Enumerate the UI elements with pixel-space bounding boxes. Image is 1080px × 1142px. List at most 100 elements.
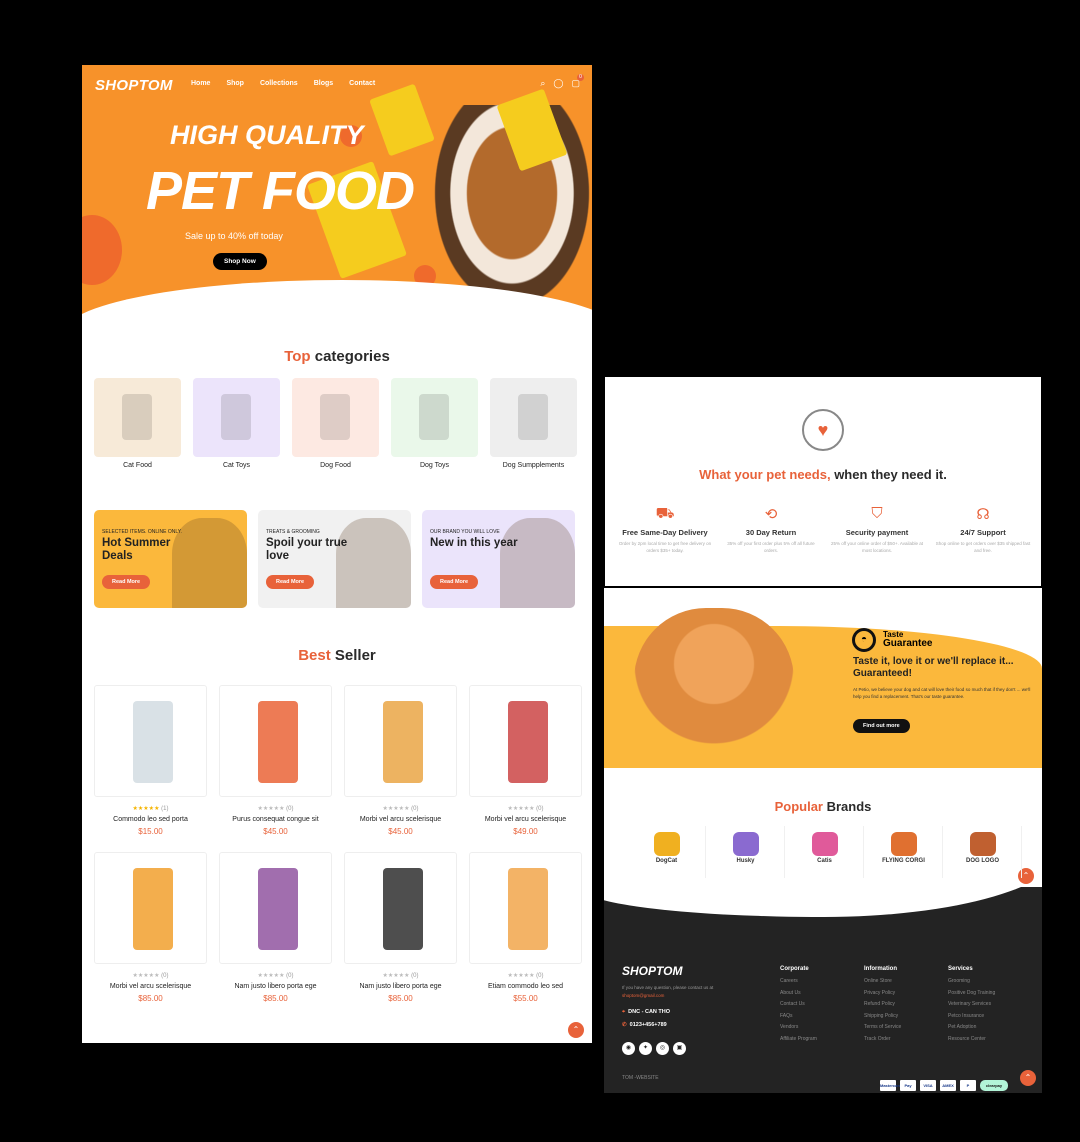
footer-link[interactable]: Terms of Service — [864, 1024, 901, 1030]
instagram-icon[interactable]: ◉ — [622, 1042, 635, 1055]
shop-now-button[interactable]: Shop Now — [213, 253, 267, 270]
product-price: $45.00 — [388, 827, 413, 836]
scroll-to-top-button[interactable]: ⌃ — [568, 1022, 584, 1038]
footer-email[interactable]: shoptom@gmail.com — [622, 993, 664, 998]
product-card[interactable] — [344, 852, 457, 964]
category-label[interactable]: Dog Food — [292, 462, 379, 469]
footer-link[interactable]: Pet Adoption — [948, 1024, 995, 1030]
product-name[interactable]: Nam justo libero porta ege — [219, 983, 332, 990]
footer-link[interactable]: Veterinary Services — [948, 1001, 995, 1007]
site-logo[interactable]: SHOPTOM — [95, 77, 173, 94]
title-rest: when they need it. — [830, 467, 947, 482]
brand-logo[interactable]: DOG LOGO — [944, 826, 1022, 878]
feature-title: 30 Day Return — [745, 528, 797, 537]
product-card[interactable] — [219, 852, 332, 964]
categories-title: Top categories — [82, 348, 592, 365]
product-card[interactable] — [94, 685, 207, 797]
footer-link[interactable]: Contact Us — [780, 1001, 817, 1007]
promo-banner[interactable]: TREATS & GROOMING Spoil your true love Rea… — [258, 510, 411, 608]
location-pin-icon: ⌖ — [622, 1009, 626, 1015]
nav-home[interactable]: Home — [191, 80, 210, 87]
footer-link[interactable]: Refund Policy — [864, 1001, 901, 1007]
star-rating: ★★★★★ (0) — [132, 973, 169, 979]
promo-banner[interactable]: OUR BRAND YOU WILL LOVE New in this year R… — [422, 510, 575, 608]
globe-icon[interactable]: ▣ — [673, 1042, 686, 1055]
footer-link[interactable]: FAQs — [780, 1013, 817, 1019]
product-info: ★★★★★ (0) Nam justo libero porta ege $85.0… — [219, 972, 332, 1003]
product-name[interactable]: Purus consequat congue sit — [219, 816, 332, 823]
promo-title: New in this year — [430, 537, 518, 549]
dribbble-icon[interactable]: ◎ — [656, 1042, 669, 1055]
product-info: ★★★★★ (0) Morbi vel arcu scelerisque $85.0… — [94, 972, 207, 1003]
footer-link[interactable]: Track Order — [864, 1036, 901, 1042]
nav-collections[interactable]: Collections — [260, 80, 298, 87]
category-label[interactable]: Cat Toys — [193, 462, 280, 469]
product-card[interactable] — [94, 852, 207, 964]
product-name[interactable]: Commodo leo sed porta — [94, 816, 207, 823]
brand-logo[interactable]: DogCat — [628, 826, 706, 878]
star-rating: ★★★★★ (0) — [507, 973, 544, 979]
payment-icon: VISA — [920, 1080, 936, 1091]
search-icon[interactable]: ⌕ — [540, 78, 545, 89]
footer-link[interactable]: Positive Dog Training — [948, 990, 995, 996]
product-card[interactable] — [219, 685, 332, 797]
category-tile[interactable] — [193, 378, 280, 457]
brand-logo[interactable]: FLYING CORGI — [865, 826, 943, 878]
footer-link[interactable]: Online Store — [864, 978, 901, 984]
category-image — [419, 394, 449, 440]
brand-logo[interactable]: Husky — [707, 826, 785, 878]
footer-link[interactable]: Careers — [780, 978, 817, 984]
footer-link[interactable]: Resource Center — [948, 1036, 995, 1042]
user-icon[interactable]: ◯ — [553, 78, 563, 89]
category-label[interactable]: Dog Sumpplements — [490, 462, 577, 469]
product-name[interactable]: Nam justo libero porta ege — [344, 983, 457, 990]
read-more-button[interactable]: Read More — [430, 575, 479, 589]
footer-link[interactable]: Petco Insurance — [948, 1013, 995, 1019]
category-tile[interactable] — [490, 378, 577, 457]
category-tile[interactable] — [94, 378, 181, 457]
product-name[interactable]: Etiam commodo leo sed — [469, 983, 582, 990]
footer-link[interactable]: Privacy Policy — [864, 990, 901, 996]
payment-icon: P — [960, 1080, 976, 1091]
hero-subtitle: Sale up to 40% off today — [185, 231, 283, 241]
footer-intro: If you have any question, please contact… — [622, 985, 714, 990]
feature-item: ⟲ 30 Day Return 35% off your first order p… — [721, 505, 821, 554]
scroll-to-top-button[interactable]: ⌃ — [1020, 1070, 1036, 1086]
cat-image — [634, 608, 794, 768]
category-label[interactable]: Dog Toys — [391, 462, 478, 469]
footer-link[interactable]: About Us — [780, 990, 817, 996]
paw-decoration — [82, 215, 122, 285]
nav-shop[interactable]: Shop — [226, 80, 244, 87]
footer-column-heading: Information — [864, 966, 897, 972]
nav-contact[interactable]: Contact — [349, 80, 375, 87]
product-card[interactable] — [469, 685, 582, 797]
footer-link[interactable]: Affiliate Program — [780, 1036, 817, 1042]
product-price: $15.00 — [138, 827, 163, 836]
product-card[interactable] — [469, 852, 582, 964]
twitter-icon[interactable]: ✦ — [639, 1042, 652, 1055]
product-name[interactable]: Morbi vel arcu scelerisque — [344, 816, 457, 823]
nav-blogs[interactable]: Blogs — [314, 80, 333, 87]
cart-icon[interactable]: ▢ 0 — [571, 74, 584, 89]
product-info: ★★★★★ (1) Commodo leo sed porta $15.00 — [94, 805, 207, 836]
product-card[interactable] — [344, 685, 457, 797]
footer-link[interactable]: Vendors — [780, 1024, 817, 1030]
promo-banner[interactable]: SELECTED ITEMS. ONLINE ONLY. Hot Summer D… — [94, 510, 247, 608]
product-price: $45.00 — [263, 827, 288, 836]
feature-desc: 25% off your online order of $50+. Avail… — [830, 541, 924, 553]
product-name[interactable]: Morbi vel arcu scelerisque — [469, 816, 582, 823]
brand-mark — [732, 832, 759, 856]
brand-logo[interactable]: Catis — [786, 826, 864, 878]
find-out-more-button[interactable]: Find out more — [853, 719, 910, 733]
copyright: TOM -WEBSITE — [622, 1075, 659, 1081]
category-tile[interactable] — [391, 378, 478, 457]
read-more-button[interactable]: Read More — [266, 575, 315, 589]
brands-title: Popular Brands — [604, 799, 1042, 814]
category-label[interactable]: Cat Food — [94, 462, 181, 469]
category-tile[interactable] — [292, 378, 379, 457]
best-seller-title: Best Seller — [82, 647, 592, 664]
read-more-button[interactable]: Read More — [102, 575, 151, 589]
footer-link[interactable]: Shipping Policy — [864, 1013, 901, 1019]
footer-link[interactable]: Grooming — [948, 978, 995, 984]
product-name[interactable]: Morbi vel arcu scelerisque — [94, 983, 207, 990]
